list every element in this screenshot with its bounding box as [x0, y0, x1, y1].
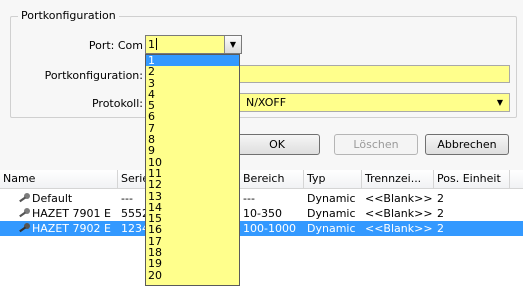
dropdown-option[interactable]: 6: [146, 111, 239, 123]
dropdown-option[interactable]: 12: [146, 179, 239, 191]
row-range: ---: [243, 192, 255, 205]
row-separator: <<Blank>>: [365, 207, 433, 220]
chevron-down-icon[interactable]: ▼: [497, 98, 503, 107]
config-panel: Portkonfiguration Port: Com 1 ▼ Portkonf…: [0, 0, 523, 170]
ok-button[interactable]: OK: [234, 134, 320, 155]
dropdown-option[interactable]: 19: [146, 258, 239, 270]
table-row-selected[interactable]: HAZET 7902 E 1234 100-1000 Dynamic <<Bla…: [0, 221, 523, 236]
row-name: HAZET 7902 E: [15, 221, 118, 236]
key-icon: [19, 223, 30, 233]
column-header-name[interactable]: Name: [0, 170, 118, 188]
cancel-button[interactable]: Abbrechen: [425, 134, 509, 155]
row-name: HAZET 7901 E: [15, 206, 118, 221]
row-type: Dynamic: [307, 222, 356, 235]
row-name: Default: [15, 191, 118, 206]
delete-button[interactable]: Löschen: [334, 134, 418, 155]
dropdown-option[interactable]: 20: [146, 269, 239, 281]
config-table: Name Serie Bereich Typ Trennzei... Pos. …: [0, 170, 523, 286]
key-icon: [19, 193, 30, 203]
row-pos-unit: 2: [437, 192, 444, 205]
row-range: 100-1000: [243, 222, 296, 235]
port-dropdown-list[interactable]: 1 2 3 4 5 6 7 8 9 10 11 12 13 14 15 16 1…: [145, 54, 240, 286]
dropdown-option[interactable]: 7: [146, 122, 239, 134]
dropdown-option[interactable]: 1: [146, 55, 239, 66]
row-type: Dynamic: [307, 207, 356, 220]
key-icon: [19, 208, 30, 218]
dropdown-option[interactable]: 8: [146, 134, 239, 146]
table-row[interactable]: HAZET 7901 E 5552 10-350 Dynamic <<Blank…: [0, 206, 523, 221]
column-header-range[interactable]: Bereich: [240, 170, 304, 188]
dropdown-option[interactable]: 2: [146, 66, 239, 78]
port-label: Port: Com: [88, 39, 143, 52]
protocol-label: Protokoll:: [91, 97, 143, 110]
port-value: 1: [148, 38, 157, 51]
row-separator: <<Blank>>: [365, 222, 433, 235]
column-header-separator[interactable]: Trennzei...: [362, 170, 434, 188]
portconfig-label: Portkonfiguration:: [44, 69, 143, 82]
protocol-value: N/XOFF: [246, 96, 287, 109]
chevron-down-icon[interactable]: ▼: [224, 36, 241, 53]
dropdown-option[interactable]: 4: [146, 89, 239, 101]
row-pos-unit: 2: [437, 222, 444, 235]
row-pos-unit: 2: [437, 207, 444, 220]
column-header-type[interactable]: Typ: [304, 170, 362, 188]
row-type: Dynamic: [307, 192, 356, 205]
table-row[interactable]: Default --- --- Dynamic <<Blank>> 2: [0, 191, 523, 206]
table-header: Name Serie Bereich Typ Trennzei... Pos. …: [0, 170, 523, 189]
dropdown-option[interactable]: 9: [146, 145, 239, 157]
row-separator: <<Blank>>: [365, 192, 433, 205]
port-combobox[interactable]: 1 ▼: [145, 35, 242, 54]
column-header-pos-unit[interactable]: Pos. Einheit: [434, 170, 510, 188]
group-title: Portkonfiguration: [18, 9, 119, 22]
row-range: 10-350: [243, 207, 282, 220]
dropdown-option[interactable]: 3: [146, 77, 239, 89]
dropdown-option[interactable]: 5: [146, 100, 239, 112]
